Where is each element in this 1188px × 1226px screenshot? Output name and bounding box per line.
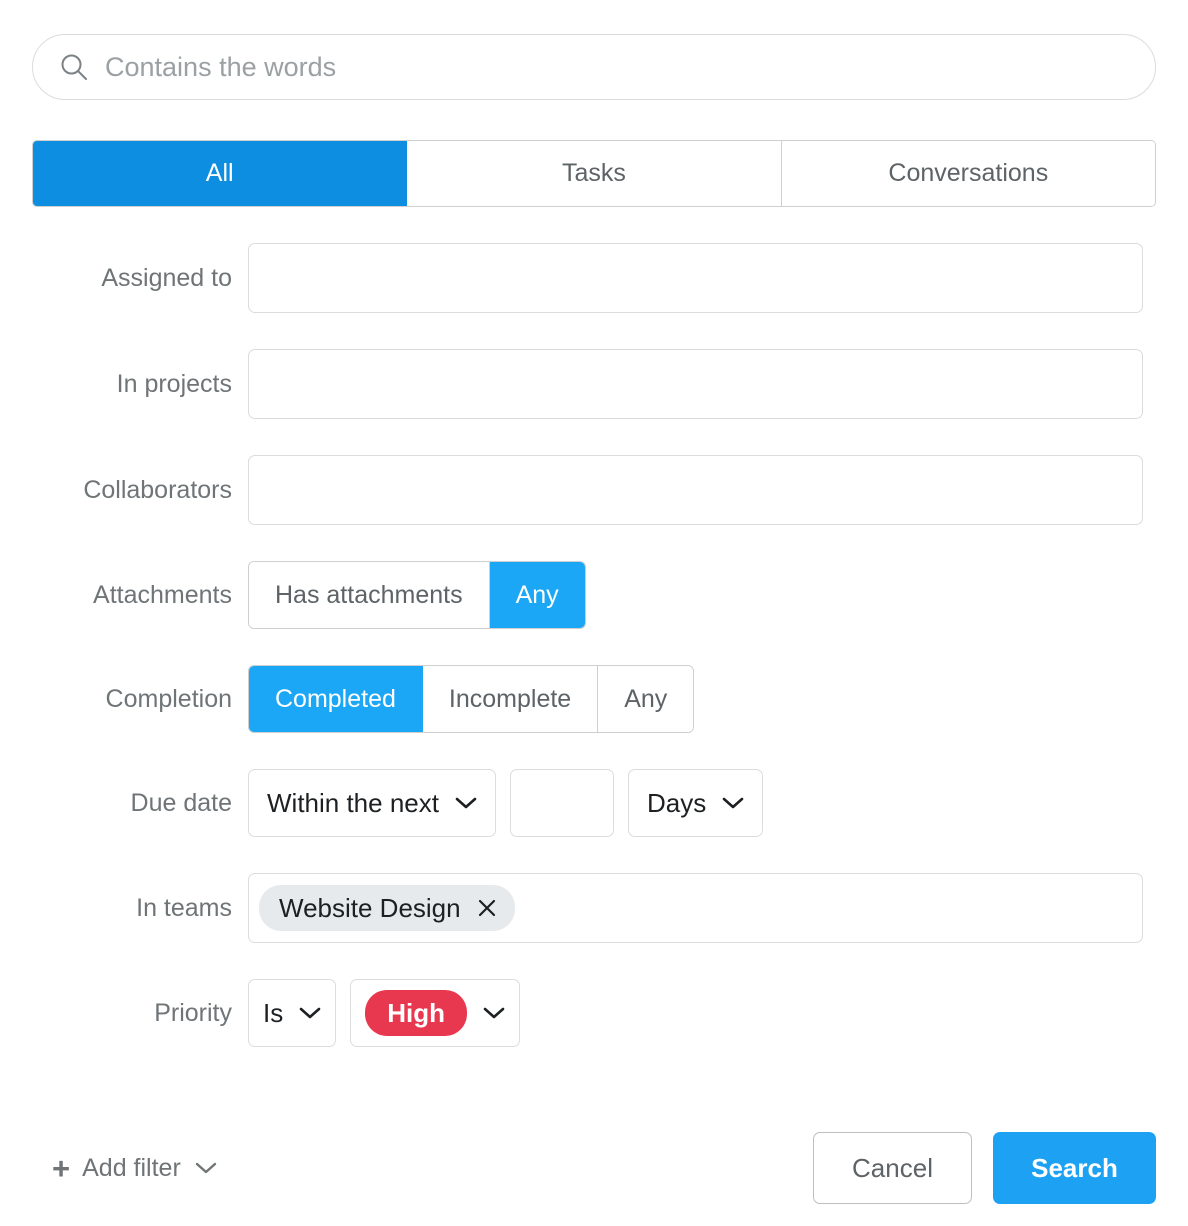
due-date-label: Due date: [130, 788, 232, 817]
row-spacer: [0, 943, 1188, 979]
row-spacer: [0, 837, 1188, 873]
chevron-down-icon: [722, 796, 744, 810]
priority-operator-select[interactable]: Is: [248, 979, 337, 1047]
tab-tasks[interactable]: Tasks: [407, 141, 782, 206]
filter-row-assigned-to: Assigned to: [0, 243, 1188, 313]
assigned-to-label: Assigned to: [101, 263, 232, 292]
due-date-unit-select[interactable]: Days: [627, 769, 764, 837]
attachments-label: Attachments: [93, 580, 232, 609]
in-teams-label: In teams: [136, 893, 232, 922]
team-chip: Website Design: [259, 885, 515, 931]
due-date-operator-value: Within the next: [267, 787, 439, 818]
advanced-search-dialog: All Tasks Conversations Assigned to In p…: [0, 0, 1188, 1226]
dialog-footer: + Add filter Cancel Search: [0, 1120, 1188, 1216]
row-spacer: [0, 313, 1188, 349]
attachments-option-has-attachments[interactable]: Has attachments: [249, 562, 490, 628]
filter-row-in-teams: In teams Website Design: [0, 873, 1188, 943]
due-date-unit-value: Days: [646, 787, 707, 818]
chevron-down-icon: [455, 796, 477, 810]
search-bar[interactable]: [32, 34, 1156, 100]
cancel-button[interactable]: Cancel: [813, 1132, 972, 1204]
completion-segmented-control: Completed Incomplete Any: [248, 665, 695, 733]
priority-label: Priority: [154, 998, 232, 1027]
priority-value-select[interactable]: High: [350, 979, 520, 1047]
in-projects-input[interactable]: [248, 349, 1143, 419]
close-icon[interactable]: [475, 896, 499, 920]
chevron-down-icon: [299, 1006, 321, 1020]
chevron-down-icon: [483, 1006, 505, 1020]
filter-row-collaborators: Collaborators: [0, 455, 1188, 525]
attachments-segmented-control: Has attachments Any: [248, 561, 586, 629]
filter-form: Assigned to In projects Collaborators At…: [0, 243, 1188, 1047]
team-chip-label: Website Design: [279, 892, 461, 923]
search-button[interactable]: Search: [993, 1132, 1156, 1204]
filter-row-priority: Priority Is High: [0, 979, 1188, 1047]
filter-row-in-projects: In projects: [0, 349, 1188, 419]
collaborators-input[interactable]: [248, 455, 1143, 525]
assigned-to-input[interactable]: [248, 243, 1143, 313]
priority-value-badge: High: [365, 990, 467, 1036]
add-filter-label: Add filter: [82, 1153, 181, 1182]
search-scope-tabs: All Tasks Conversations: [32, 140, 1156, 207]
due-date-operator-select[interactable]: Within the next: [248, 769, 496, 837]
collaborators-label: Collaborators: [83, 475, 232, 504]
completion-label: Completion: [105, 684, 232, 713]
tab-all[interactable]: All: [33, 141, 408, 206]
row-spacer: [0, 419, 1188, 455]
completion-option-incomplete[interactable]: Incomplete: [422, 666, 599, 732]
row-spacer: [0, 629, 1188, 665]
attachments-option-any[interactable]: Any: [489, 562, 585, 628]
row-spacer: [0, 525, 1188, 561]
due-date-amount-input[interactable]: [509, 769, 614, 837]
filter-row-due-date: Due date Within the next Days: [0, 769, 1188, 837]
in-projects-label: In projects: [116, 369, 232, 398]
filter-row-attachments: Attachments Has attachments Any: [0, 561, 1188, 629]
chevron-down-icon: [195, 1161, 217, 1175]
in-teams-field[interactable]: Website Design: [248, 873, 1143, 943]
search-input[interactable]: [105, 51, 1129, 83]
row-spacer: [0, 733, 1188, 769]
priority-operator-value: Is: [263, 997, 284, 1028]
completion-option-any[interactable]: Any: [598, 666, 694, 732]
completion-option-completed[interactable]: Completed: [249, 666, 423, 732]
add-filter-button[interactable]: + Add filter: [52, 1153, 217, 1184]
tab-conversations[interactable]: Conversations: [781, 141, 1155, 206]
plus-icon: +: [52, 1150, 71, 1186]
filter-row-completion: Completion Completed Incomplete Any: [0, 665, 1188, 733]
search-icon: [59, 52, 89, 82]
